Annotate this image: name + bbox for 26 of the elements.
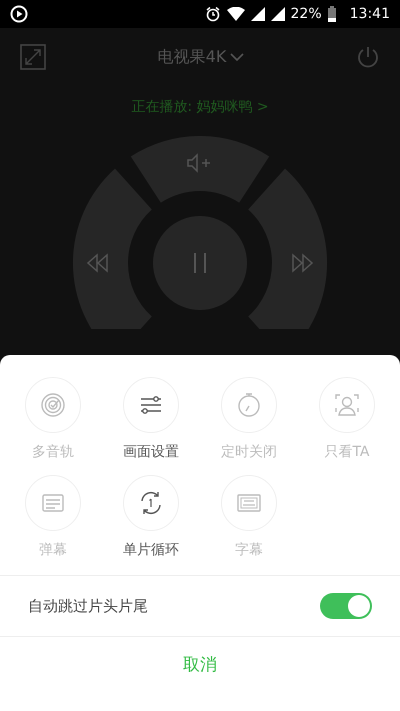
option-button[interactable]: 单片循环 <box>102 475 200 559</box>
option-button[interactable]: 画面设置 <box>102 377 200 461</box>
toggle-label: 自动跳过片头片尾 <box>28 596 149 616</box>
device-title[interactable]: 电视果4K <box>158 46 226 68</box>
forward-button[interactable] <box>248 168 327 329</box>
battery-icon <box>328 6 336 22</box>
battery-percent: 22% <box>290 6 322 22</box>
now-playing-link[interactable]: 正在播放: 妈妈咪鸭 > <box>0 98 400 116</box>
rewind-icon <box>86 253 108 273</box>
pause-button[interactable] <box>153 216 247 310</box>
alarm-icon <box>204 6 221 22</box>
wifi-icon <box>226 7 245 21</box>
chevron-down-icon[interactable] <box>230 52 244 62</box>
fast-forward-icon <box>292 253 314 273</box>
volume-up-button[interactable] <box>130 136 270 203</box>
option-icon <box>39 391 67 419</box>
volume-up-icon <box>187 153 211 173</box>
pause-icon <box>194 252 206 274</box>
rewind-button[interactable] <box>73 168 152 329</box>
cancel-button[interactable]: 取消 <box>0 637 400 691</box>
media-icon <box>10 5 28 23</box>
power-icon[interactable] <box>356 45 380 69</box>
toggle-switch[interactable] <box>320 593 372 619</box>
signal-icon <box>270 7 285 21</box>
clock-time: 13:41 <box>350 6 390 22</box>
signal-icon <box>250 7 265 21</box>
